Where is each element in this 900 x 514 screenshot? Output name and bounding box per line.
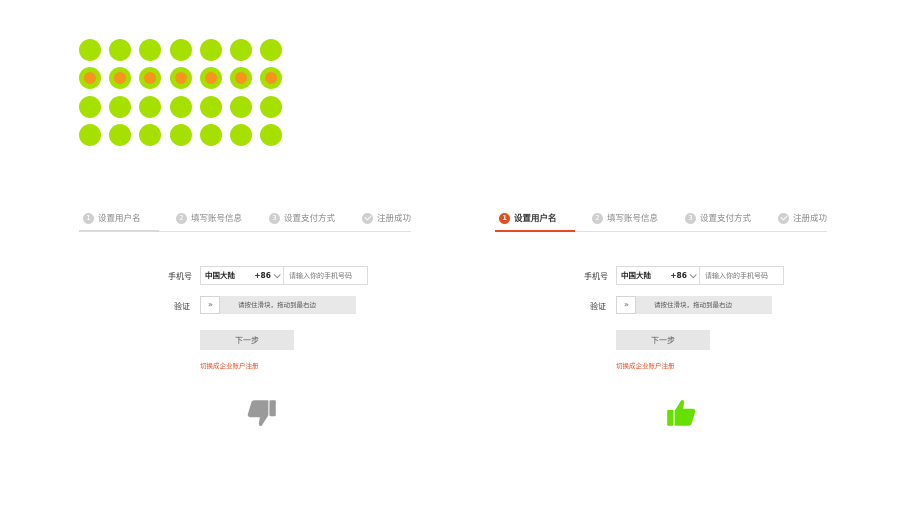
region-value: 中国大陆 — [621, 271, 651, 280]
grid-dot-highlight — [174, 72, 187, 85]
grid-dot — [199, 95, 222, 118]
step-2: 2 填写账号信息 — [176, 210, 242, 226]
active-step-underline — [79, 230, 159, 232]
step-2: 2 填写账号信息 — [592, 210, 658, 226]
grid-dot — [79, 123, 101, 146]
step-indicator: 1 设置用户名 2 填写账号信息 3 设置支付方式 注册成功 — [495, 200, 827, 232]
step-number: 3 — [269, 212, 280, 224]
grid-dot — [139, 123, 162, 146]
grid-dot — [260, 95, 283, 118]
grid-dot — [199, 123, 222, 146]
switch-enterprise-link[interactable]: 切换成企业账户注册 — [616, 360, 675, 370]
grid-dot — [109, 67, 132, 90]
step-4: 注册成功 — [778, 210, 827, 226]
grid-dot — [169, 67, 192, 90]
dot-grid — [79, 39, 289, 157]
grid-dot-highlight — [204, 72, 217, 85]
slide-verify-track: » 请按住滑块，拖动到最右边 — [616, 296, 772, 314]
grid-dot — [169, 123, 192, 146]
region-code: +86 — [254, 271, 271, 280]
grid-dot — [79, 67, 101, 90]
slide-verify-track: » 请按住滑块，拖动到最右边 — [200, 296, 356, 314]
step-label: 设置支付方式 — [700, 214, 752, 224]
region-value: 中国大陆 — [205, 271, 235, 280]
step-label: 注册成功 — [793, 214, 828, 224]
grid-dot — [79, 39, 101, 61]
check-icon — [362, 212, 373, 224]
step-label: 设置用户名 — [514, 214, 557, 224]
next-button[interactable]: 下一步 — [616, 330, 710, 350]
phone-input[interactable] — [284, 266, 368, 285]
next-button[interactable]: 下一步 — [200, 330, 294, 350]
grid-dot-highlight — [235, 72, 247, 85]
grid-dot — [230, 39, 252, 61]
grid-dot — [230, 95, 252, 118]
slider-handle[interactable]: » — [616, 296, 636, 314]
grid-dot — [260, 67, 283, 90]
chevron-down-icon — [689, 271, 697, 279]
grid-dot — [260, 123, 283, 146]
grid-dot-highlight — [114, 72, 127, 85]
registration-panel-good: 1 设置用户名 2 填写账号信息 3 设置支付方式 注册成功 手机号 中国大陆 +86… — [495, 200, 827, 440]
slider-hint: 请按住滑块，拖动到最右边 — [238, 301, 316, 309]
grid-dot — [139, 95, 162, 118]
step-number: 1 — [499, 212, 510, 224]
switch-enterprise-link[interactable]: 切换成企业账户注册 — [200, 360, 259, 370]
step-label: 填写账号信息 — [607, 214, 659, 224]
grid-dot — [199, 39, 222, 61]
region-select[interactable]: 中国大陆 +86 — [200, 266, 284, 285]
grid-dot — [79, 95, 101, 118]
phone-label: 手机号 — [584, 272, 608, 281]
verify-label: 验证 — [590, 302, 606, 311]
step-3: 3 设置支付方式 — [269, 210, 335, 226]
step-label: 填写账号信息 — [191, 214, 243, 224]
step-label: 设置支付方式 — [284, 214, 336, 224]
phone-label: 手机号 — [168, 272, 192, 281]
grid-dot — [230, 67, 252, 90]
check-icon — [778, 212, 789, 224]
step-number: 1 — [83, 212, 94, 224]
step-4: 注册成功 — [362, 210, 411, 226]
step-number: 3 — [685, 212, 696, 224]
grid-dot — [260, 39, 283, 61]
grid-dot — [199, 67, 222, 90]
step-label: 设置用户名 — [98, 214, 141, 224]
grid-dot — [139, 39, 162, 61]
step-1: 1 设置用户名 — [499, 210, 557, 226]
verify-label: 验证 — [174, 302, 190, 311]
grid-dot-highlight — [144, 72, 157, 85]
grid-dot — [109, 39, 132, 61]
grid-dot-highlight — [84, 72, 96, 85]
grid-dot — [109, 123, 132, 146]
thumbs-up-icon — [667, 399, 696, 426]
grid-dot — [230, 123, 252, 146]
step-number: 2 — [176, 212, 187, 224]
step-3: 3 设置支付方式 — [685, 210, 751, 226]
phone-input[interactable] — [700, 266, 784, 285]
step-label: 注册成功 — [377, 214, 412, 224]
step-1: 1 设置用户名 — [83, 210, 141, 226]
active-step-underline — [495, 230, 575, 232]
grid-dot-highlight — [265, 72, 278, 85]
slider-handle[interactable]: » — [200, 296, 220, 314]
region-code: +86 — [670, 271, 687, 280]
step-indicator: 1 设置用户名 2 填写账号信息 3 设置支付方式 注册成功 — [79, 200, 411, 232]
region-select[interactable]: 中国大陆 +86 — [616, 266, 700, 285]
chevron-down-icon — [273, 271, 281, 279]
slider-hint: 请按住滑块，拖动到最右边 — [654, 301, 732, 309]
grid-dot — [169, 95, 192, 118]
step-number: 2 — [592, 212, 603, 224]
grid-dot — [139, 67, 162, 90]
grid-dot — [109, 95, 132, 118]
thumbs-down-icon — [247, 400, 276, 427]
grid-dot — [169, 39, 192, 61]
